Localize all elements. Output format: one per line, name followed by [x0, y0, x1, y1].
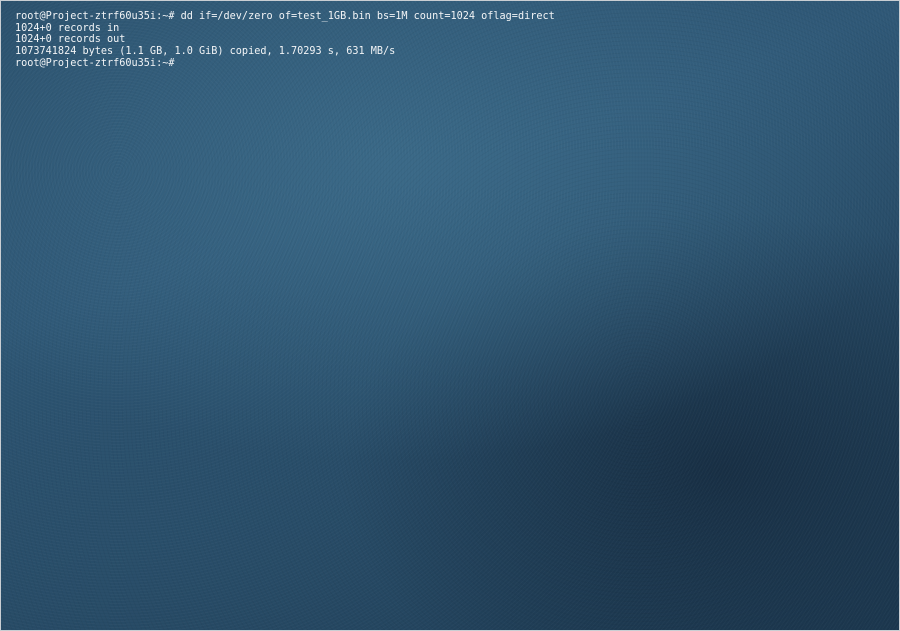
terminal-output-line: 1024+0 records out [15, 34, 126, 46]
text-cursor [175, 57, 181, 67]
terminal-output-line: 1024+0 records in [15, 22, 120, 34]
terminal-window[interactable]: root@Project-ztrf60u35i:~# dd if=/dev/ze… [0, 0, 900, 631]
background-texture [1, 1, 899, 630]
shell-prompt: root@Project-ztrf60u35i:~# [15, 58, 175, 70]
terminal-output-line: 1073741824 bytes (1.1 GB, 1.0 GiB) copie… [15, 45, 396, 57]
terminal-output[interactable]: root@Project-ztrf60u35i:~# dd if=/dev/ze… [15, 11, 555, 70]
terminal-command-line: root@Project-ztrf60u35i:~# dd if=/dev/ze… [15, 11, 555, 22]
terminal-prompt-line[interactable]: root@Project-ztrf60u35i:~# [15, 57, 555, 70]
